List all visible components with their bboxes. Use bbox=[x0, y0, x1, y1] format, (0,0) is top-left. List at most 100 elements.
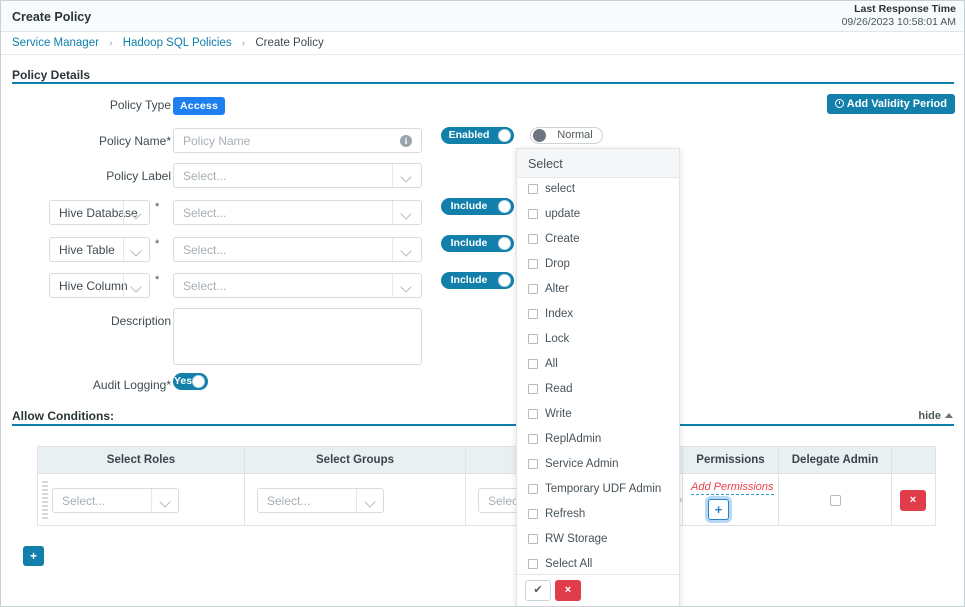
permission-option-alter[interactable]: Alter bbox=[517, 278, 679, 303]
chevron-down-icon bbox=[132, 283, 141, 292]
resource-include-toggle-2[interactable]: Include bbox=[441, 272, 514, 289]
checkbox-icon[interactable] bbox=[528, 284, 538, 294]
resource-include-toggle-1[interactable]: Include bbox=[441, 235, 514, 252]
checkbox-icon[interactable] bbox=[528, 559, 538, 569]
permission-option-temporary-udf-admin[interactable]: Temporary UDF Admin bbox=[517, 478, 679, 503]
policy-name-placeholder: Policy Name bbox=[183, 134, 250, 148]
delegate-admin-checkbox[interactable] bbox=[830, 495, 841, 506]
table-cell-permissions: Add Permissions + bbox=[683, 474, 779, 526]
policy-details-heading: Policy Details bbox=[12, 68, 90, 82]
chevron-down-icon bbox=[132, 210, 141, 219]
checkbox-icon[interactable] bbox=[528, 209, 538, 219]
permission-option-label: All bbox=[545, 355, 558, 373]
permission-option-label: Write bbox=[545, 405, 572, 423]
row-drag-handle[interactable] bbox=[42, 481, 48, 519]
checkbox-icon[interactable] bbox=[528, 384, 538, 394]
permission-option-label: Lock bbox=[545, 330, 569, 348]
checkbox-icon[interactable] bbox=[528, 359, 538, 369]
resource-required-mark-1: * bbox=[155, 238, 159, 250]
info-icon[interactable]: i bbox=[400, 135, 412, 147]
permission-option-service-admin[interactable]: Service Admin bbox=[517, 453, 679, 478]
permissions-dropdown: Select select update Create Drop Alter I… bbox=[516, 148, 680, 607]
resource-type-caret-box-0[interactable] bbox=[123, 201, 149, 224]
hide-allow-conditions-link[interactable]: hide bbox=[918, 410, 953, 422]
add-validity-period-button[interactable]: Add Validity Period bbox=[827, 94, 955, 114]
toggle-knob bbox=[498, 200, 511, 213]
resource-value-caret-box-1[interactable] bbox=[392, 238, 421, 261]
chevron-down-icon bbox=[161, 498, 170, 507]
resource-value-caret-box-0[interactable] bbox=[392, 201, 421, 224]
add-condition-row-button[interactable]: + bbox=[23, 546, 44, 566]
checkbox-icon[interactable] bbox=[528, 534, 538, 544]
checkbox-icon[interactable] bbox=[528, 509, 538, 519]
permission-option-update[interactable]: update bbox=[517, 203, 679, 228]
policy-enabled-toggle[interactable]: Enabled bbox=[441, 127, 514, 144]
permissions-cancel-button[interactable]: × bbox=[555, 580, 581, 601]
resource-required-mark-0: * bbox=[155, 201, 159, 213]
permission-option-rw-storage[interactable]: RW Storage bbox=[517, 528, 679, 553]
policy-name-input[interactable]: Policy Name i bbox=[173, 128, 422, 153]
checkbox-icon[interactable] bbox=[528, 484, 538, 494]
last-response-time: Last Response Time 09/26/2023 10:58:01 A… bbox=[842, 3, 956, 29]
table-cell-select-groups: Select... bbox=[245, 474, 466, 526]
select-roles-input[interactable]: Select... bbox=[52, 488, 179, 513]
breadcrumb-item-hadoop-sql-policies[interactable]: Hadoop SQL Policies bbox=[123, 37, 232, 49]
resource-type-value-1: Hive Table bbox=[59, 243, 115, 257]
resource-value-placeholder-1: Select... bbox=[183, 243, 226, 257]
resource-value-select-1[interactable]: Select... bbox=[173, 237, 422, 262]
resource-type-select-2[interactable]: Hive Column bbox=[49, 273, 150, 298]
breadcrumb: Service Manager › Hadoop SQL Policies › … bbox=[12, 37, 324, 49]
delete-row-button[interactable]: × bbox=[900, 490, 926, 511]
resource-include-toggle-0[interactable]: Include bbox=[441, 198, 514, 215]
permission-option-repladmin[interactable]: ReplAdmin bbox=[517, 428, 679, 453]
permission-option-refresh[interactable]: Refresh bbox=[517, 503, 679, 528]
permission-option-drop[interactable]: Drop bbox=[517, 253, 679, 278]
policy-label-caret-box[interactable] bbox=[392, 164, 421, 187]
checkbox-icon[interactable] bbox=[528, 434, 538, 444]
permission-option-lock[interactable]: Lock bbox=[517, 328, 679, 353]
audit-logging-toggle[interactable]: Yes bbox=[173, 373, 208, 390]
policy-label-placeholder: Select... bbox=[183, 169, 226, 183]
add-permissions-button[interactable]: + bbox=[708, 499, 729, 520]
select-groups-caret-box[interactable] bbox=[356, 489, 383, 512]
policy-type-badge: Access bbox=[173, 97, 225, 115]
select-roles-caret-box[interactable] bbox=[151, 489, 178, 512]
resource-value-caret-box-2[interactable] bbox=[392, 274, 421, 297]
table-header-select-roles: Select Roles bbox=[38, 447, 245, 473]
checkbox-icon[interactable] bbox=[528, 234, 538, 244]
checkbox-icon[interactable] bbox=[528, 334, 538, 344]
breadcrumb-item-service-manager[interactable]: Service Manager bbox=[12, 37, 99, 49]
resource-include-label-2: Include bbox=[442, 273, 496, 288]
permissions-dropdown-footer: ✔ × bbox=[517, 574, 679, 606]
permissions-confirm-button[interactable]: ✔ bbox=[525, 580, 551, 601]
chevron-down-icon bbox=[402, 173, 411, 182]
permission-option-select[interactable]: select bbox=[517, 178, 679, 203]
allow-conditions-table: Select Roles Select Groups Select Users … bbox=[37, 446, 936, 526]
permission-option-label: Temporary UDF Admin bbox=[545, 480, 661, 498]
checkbox-icon[interactable] bbox=[528, 309, 538, 319]
permission-option-all[interactable]: All bbox=[517, 353, 679, 378]
permission-option-read[interactable]: Read bbox=[517, 378, 679, 403]
description-textarea[interactable] bbox=[173, 308, 422, 365]
checkbox-icon[interactable] bbox=[528, 459, 538, 469]
add-permissions-label: Add Permissions bbox=[691, 481, 774, 495]
resource-type-caret-box-2[interactable] bbox=[123, 274, 149, 297]
permission-option-write[interactable]: Write bbox=[517, 403, 679, 428]
chevron-down-icon bbox=[402, 210, 411, 219]
resource-value-select-2[interactable]: Select... bbox=[173, 273, 422, 298]
policy-normal-toggle[interactable]: Normal bbox=[530, 127, 603, 144]
checkbox-icon[interactable] bbox=[528, 184, 538, 194]
checkbox-icon[interactable] bbox=[528, 259, 538, 269]
resource-type-select-0[interactable]: Hive Database bbox=[49, 200, 150, 225]
allow-conditions-divider bbox=[12, 424, 954, 426]
permission-option-create[interactable]: Create bbox=[517, 228, 679, 253]
policy-label-select[interactable]: Select... bbox=[173, 163, 422, 188]
select-groups-input[interactable]: Select... bbox=[257, 488, 384, 513]
checkbox-icon[interactable] bbox=[528, 409, 538, 419]
resource-type-caret-box-1[interactable] bbox=[123, 238, 149, 261]
resource-value-select-0[interactable]: Select... bbox=[173, 200, 422, 225]
permission-option-index[interactable]: Index bbox=[517, 303, 679, 328]
audit-logging-value: Yes bbox=[174, 374, 190, 389]
resource-type-select-1[interactable]: Hive Table bbox=[49, 237, 150, 262]
table-header-delegate-admin: Delegate Admin bbox=[779, 447, 892, 473]
